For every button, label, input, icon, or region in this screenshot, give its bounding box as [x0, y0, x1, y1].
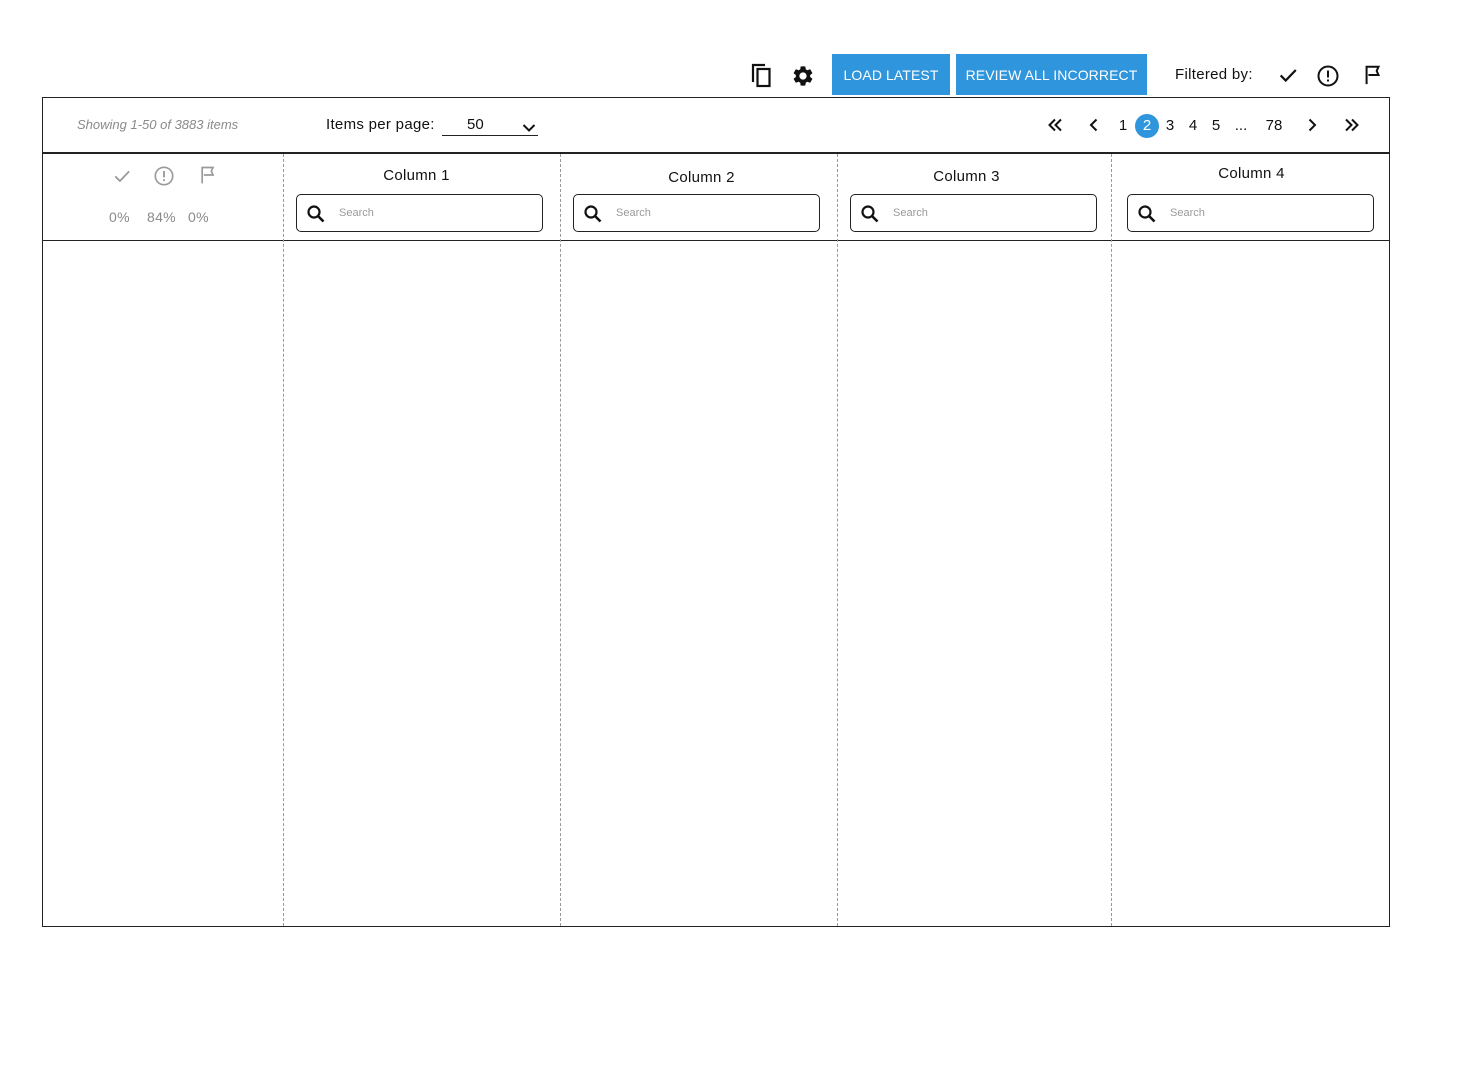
page-ellipsis: ... [1234, 117, 1248, 134]
column-divider [283, 154, 284, 926]
column-divider [837, 154, 838, 926]
next-page-icon[interactable] [1303, 116, 1321, 134]
filter-label: Filtered by: [1175, 66, 1253, 83]
header-row: 0% 84% 0% Column 1 Column 2 Column 3 [43, 154, 1389, 241]
column-3-search-input[interactable] [893, 204, 1083, 222]
page-4[interactable]: 4 [1186, 117, 1200, 134]
column-4-search[interactable] [1127, 194, 1374, 232]
column-1-search-input[interactable] [339, 204, 529, 222]
incorrect-percentage: 84% [147, 209, 176, 225]
page-5[interactable]: 5 [1209, 117, 1223, 134]
review-all-incorrect-button[interactable]: REVIEW ALL INCORRECT [956, 54, 1147, 95]
filter-alert-circle-icon[interactable] [1314, 62, 1342, 90]
showing-items-text: Showing 1-50 of 3883 items [77, 117, 239, 132]
page-2-current[interactable]: 2 [1135, 114, 1159, 138]
search-icon [583, 204, 603, 229]
pager-bar: Showing 1-50 of 3883 items Items per pag… [43, 98, 1389, 154]
search-icon [860, 204, 880, 229]
column-4-search-input[interactable] [1170, 204, 1360, 222]
page-78[interactable]: 78 [1264, 117, 1284, 134]
chevron-down-icon [522, 120, 536, 138]
column-1-title: Column 1 [383, 167, 450, 184]
search-icon [1137, 204, 1157, 229]
items-per-page-select[interactable]: 50 [442, 115, 538, 136]
column-1-search[interactable] [296, 194, 543, 232]
column-3-title: Column 3 [933, 168, 1000, 185]
load-latest-button[interactable]: LOAD LATEST [832, 54, 950, 95]
copy-icon[interactable] [747, 61, 775, 89]
column-3-search[interactable] [850, 194, 1097, 232]
filter-flag-icon[interactable] [1359, 61, 1387, 89]
incorrect-alert-circle-icon[interactable] [153, 165, 175, 192]
page-1[interactable]: 1 [1117, 117, 1129, 134]
items-per-page-value: 50 [467, 116, 484, 133]
column-divider [560, 154, 561, 926]
column-2-search-input[interactable] [616, 204, 806, 222]
column-divider [1111, 154, 1112, 926]
gear-icon[interactable] [789, 62, 817, 90]
column-2-title: Column 2 [668, 169, 735, 186]
flagged-flag-icon[interactable] [198, 165, 218, 190]
search-icon [306, 204, 326, 229]
flagged-percentage: 0% [188, 209, 209, 225]
previous-page-icon[interactable] [1085, 116, 1103, 134]
column-4-title: Column 4 [1218, 165, 1285, 182]
filter-check-icon[interactable] [1274, 61, 1302, 89]
last-page-icon[interactable] [1343, 116, 1361, 134]
correct-percentage: 0% [109, 209, 130, 225]
correct-check-icon[interactable] [112, 166, 132, 191]
data-grid: Showing 1-50 of 3883 items Items per pag… [42, 97, 1390, 927]
first-page-icon[interactable] [1046, 116, 1064, 134]
items-per-page-label: Items per page: [326, 116, 435, 133]
page-3[interactable]: 3 [1163, 117, 1177, 134]
column-2-search[interactable] [573, 194, 820, 232]
